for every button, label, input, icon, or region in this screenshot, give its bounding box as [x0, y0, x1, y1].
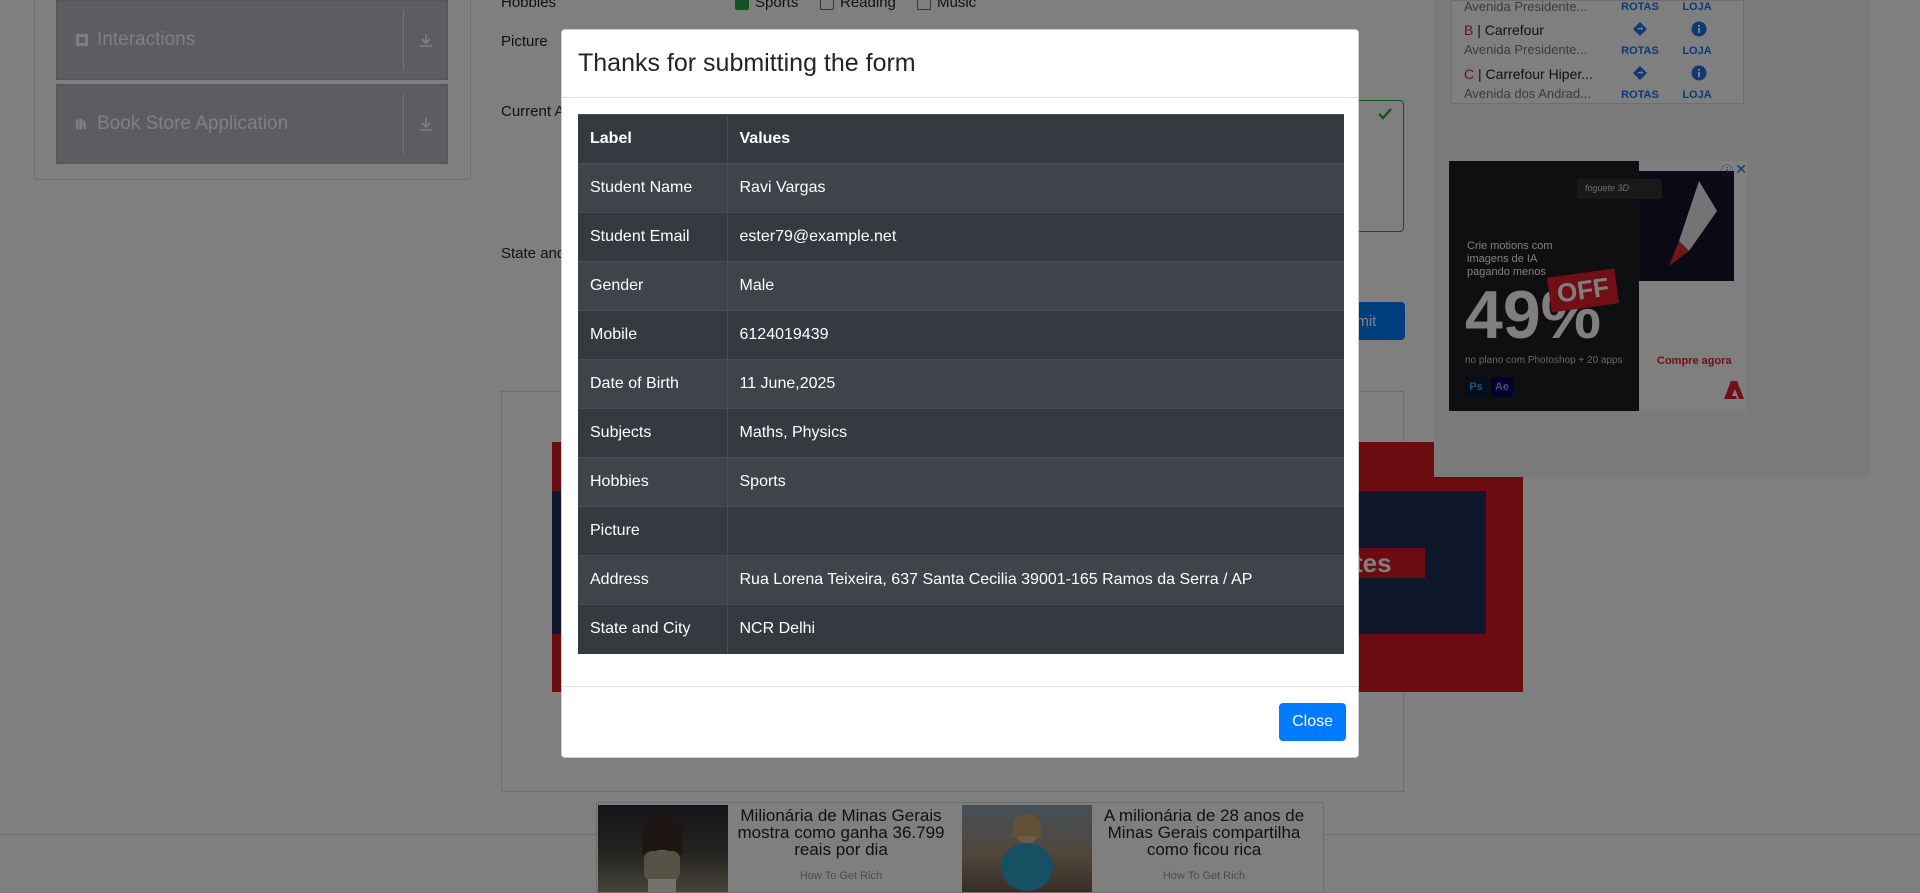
table-row: Picture: [578, 506, 1344, 556]
row-value: Male: [727, 261, 1344, 311]
close-button[interactable]: Close: [1279, 703, 1346, 741]
modal-body: Label Values Student Name Ravi Vargas Stu…: [562, 98, 1358, 688]
row-label: Date of Birth: [578, 359, 728, 409]
row-value: Rua Lorena Teixeira, 637 Santa Cecilia 3…: [727, 555, 1344, 605]
table-row: Student Email ester79@example.net: [578, 212, 1344, 262]
modal-footer: Close: [562, 686, 1358, 757]
table-row: Student Name Ravi Vargas: [578, 163, 1344, 213]
modal-header: Thanks for submitting the form: [562, 30, 1358, 98]
column-header-label: Label: [578, 114, 728, 165]
row-value: [727, 506, 1344, 556]
modal-title: Thanks for submitting the form: [578, 49, 916, 77]
row-label: Student Name: [578, 163, 728, 213]
row-label: Picture: [578, 506, 728, 556]
row-value: Ravi Vargas: [727, 163, 1344, 213]
row-label: Address: [578, 555, 728, 605]
row-value: Sports: [727, 457, 1344, 507]
submission-modal: Thanks for submitting the form Label Val…: [561, 29, 1359, 758]
row-label: Gender: [578, 261, 728, 311]
column-header-values: Values: [727, 114, 1344, 165]
results-table: Label Values Student Name Ravi Vargas Stu…: [578, 114, 1344, 654]
table-header-row: Label Values: [578, 114, 1344, 165]
row-value: Maths, Physics: [727, 408, 1344, 458]
row-value: 11 June,2025: [727, 359, 1344, 409]
table-row: Subjects Maths, Physics: [578, 408, 1344, 458]
row-value: ester79@example.net: [727, 212, 1344, 262]
table-row: Hobbies Sports: [578, 457, 1344, 507]
row-label: State and City: [578, 604, 728, 654]
row-value: 6124019439: [727, 310, 1344, 360]
table-row: Mobile 6124019439: [578, 310, 1344, 360]
row-value: NCR Delhi: [727, 604, 1344, 654]
row-label: Subjects: [578, 408, 728, 458]
table-row: Address Rua Lorena Teixeira, 637 Santa Ce…: [578, 555, 1344, 605]
row-label: Hobbies: [578, 457, 728, 507]
row-label: Student Email: [578, 212, 728, 262]
row-label: Mobile: [578, 310, 728, 360]
table-row: Gender Male: [578, 261, 1344, 311]
table-row: State and City NCR Delhi: [578, 604, 1344, 654]
table-row: Date of Birth 11 June,2025: [578, 359, 1344, 409]
